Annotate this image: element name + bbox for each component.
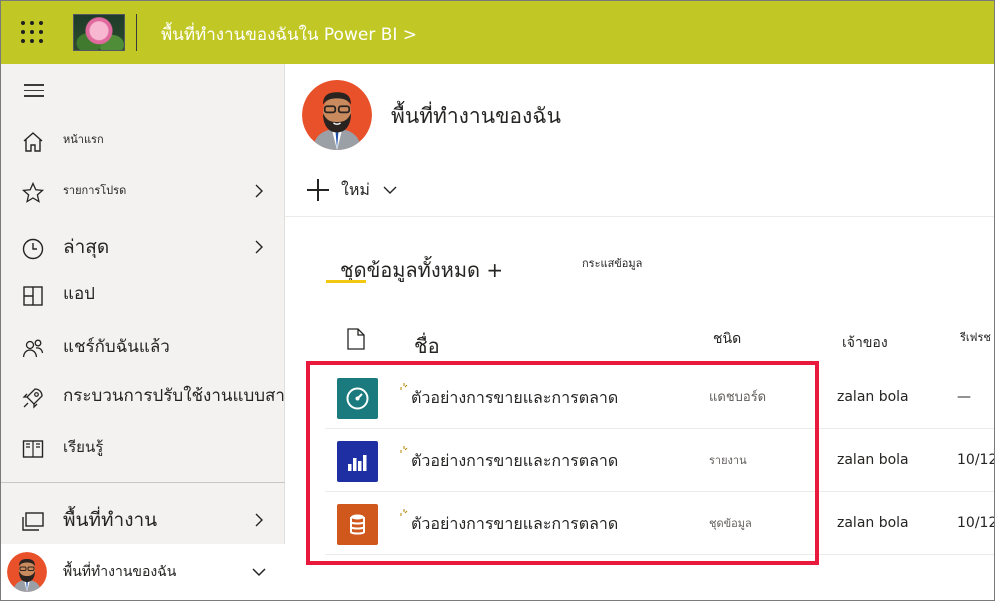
sidebar-item-label: รายการโปรด <box>63 184 127 197</box>
workspace-avatar <box>302 80 372 150</box>
item-refresh: 10/12 <box>957 452 995 468</box>
item-name[interactable]: ตัวอย่างการขายและการตลาด <box>411 492 618 555</box>
sidebar-item-label: แอป <box>63 284 95 304</box>
column-header-refresh[interactable]: รีเฟรช <box>960 328 991 346</box>
apps-icon <box>23 286 43 306</box>
rocket-icon <box>22 388 43 409</box>
lotus-logo <box>73 14 125 51</box>
column-header-type[interactable]: ชนิด <box>713 328 741 350</box>
breadcrumb[interactable]: พื้นที่ทำงานของฉันใน Power BI > <box>161 21 417 48</box>
sidebar-item-label: แชร์กับฉันแล้ว <box>63 337 170 357</box>
item-owner: zalan bola <box>837 452 909 468</box>
sidebar-item-learn[interactable]: เรียนรู้ <box>1 427 285 467</box>
dashboard-gauge-icon <box>337 378 378 419</box>
sidebar-item-shared[interactable]: แชร์กับฉันแล้ว <box>1 327 285 367</box>
table-row[interactable]: ตัวอย่างการขายและการตลาด ชุดข้อมูล zalan… <box>325 492 995 555</box>
item-refresh: 10/12 <box>957 515 995 531</box>
sidebar-item-recent[interactable]: ล่าสุด <box>1 227 285 267</box>
column-header-owner[interactable]: เจ้าของ <box>842 332 888 354</box>
page-title: พื้นที่ทำงานของฉัน <box>391 104 561 128</box>
chevron-down-icon <box>383 186 397 194</box>
hamburger-menu-icon[interactable] <box>24 84 44 98</box>
book-icon <box>22 440 44 458</box>
file-type-icon <box>347 328 365 350</box>
shared-with-me-icon <box>22 339 44 358</box>
new-button[interactable]: ใหม่ <box>307 176 398 204</box>
divider <box>285 216 994 217</box>
active-tab-indicator <box>326 280 366 283</box>
sidebar-item-label: กระบวนการปรับใช้งานแบบสายท่อ <box>63 386 317 406</box>
sidebar-item-home[interactable]: หน้าแรก <box>1 120 285 160</box>
sidebar-item-apps[interactable]: แอป <box>1 274 285 314</box>
chevron-right-icon[interactable] <box>251 512 267 528</box>
sidebar-item-workspaces[interactable]: พื้นที่ทำงาน <box>1 500 285 540</box>
item-type: แดชบอร์ด <box>709 390 767 405</box>
item-name[interactable]: ตัวอย่างการขายและการตลาด <box>411 366 618 429</box>
dataset-database-icon <box>337 504 378 545</box>
sidebar-item-deployment-pipelines[interactable]: กระบวนการปรับใช้งานแบบสายท่อ <box>1 376 316 416</box>
sidebar-item-label: ล่าสุด <box>63 236 110 258</box>
sidebar: หน้าแรก รายการโปรด ล่าสุด แอป แชร์กับฉัน… <box>1 64 316 600</box>
new-item-sparkle-icon <box>400 383 408 390</box>
chevron-right-icon[interactable] <box>251 239 267 255</box>
main-content: พื้นที่ทำงานของฉัน ใหม่ ชุดข้อมูลทั้งหมด… <box>285 64 995 600</box>
sidebar-item-my-workspace[interactable]: พื้นที่ทำงานของฉัน <box>1 544 285 600</box>
star-icon <box>21 181 45 203</box>
app-window: พื้นที่ทำงานของฉันใน Power BI > หน้าแรก … <box>0 0 995 601</box>
chevron-down-icon[interactable] <box>251 564 267 580</box>
plus-icon <box>307 179 329 201</box>
home-icon <box>23 132 43 152</box>
item-type: รายงาน <box>709 454 747 467</box>
sidebar-divider <box>1 482 285 483</box>
item-refresh: — <box>957 389 971 405</box>
sidebar-item-label: พื้นที่ทำงานของฉัน <box>63 564 177 580</box>
table-row[interactable]: ตัวอย่างการขายและการตลาด รายงาน zalan bo… <box>325 429 995 492</box>
sidebar-item-favorites[interactable]: รายการโปรด <box>1 171 285 211</box>
table-row[interactable]: ตัวอย่างการขายและการตลาด แดชบอร์ด zalan … <box>325 366 994 429</box>
new-button-label: ใหม่ <box>341 179 370 199</box>
divider <box>136 14 137 51</box>
item-owner: zalan bola <box>837 515 909 531</box>
item-type: ชุดข้อมูล <box>709 517 752 530</box>
sidebar-item-label: หน้าแรก <box>63 133 104 146</box>
item-owner: zalan bola <box>837 389 909 405</box>
new-item-sparkle-icon <box>400 446 408 453</box>
chevron-right-icon[interactable] <box>251 183 267 199</box>
workspaces-icon <box>22 512 44 531</box>
top-bar: พื้นที่ทำงานของฉันใน Power BI > <box>1 1 994 64</box>
avatar <box>7 552 47 592</box>
clock-icon <box>22 238 44 260</box>
item-name[interactable]: ตัวอย่างการขายและการตลาด <box>411 429 618 492</box>
sidebar-item-label: พื้นที่ทำงาน <box>63 509 158 531</box>
tab-dataflows[interactable]: กระแสข้อมูล <box>582 254 642 272</box>
new-item-sparkle-icon <box>400 509 408 516</box>
sidebar-item-label: เรียนรู้ <box>63 438 104 456</box>
column-header-name[interactable]: ชื่อ <box>414 330 440 362</box>
report-bars-icon <box>337 441 378 482</box>
app-launcher-icon[interactable] <box>21 21 43 43</box>
